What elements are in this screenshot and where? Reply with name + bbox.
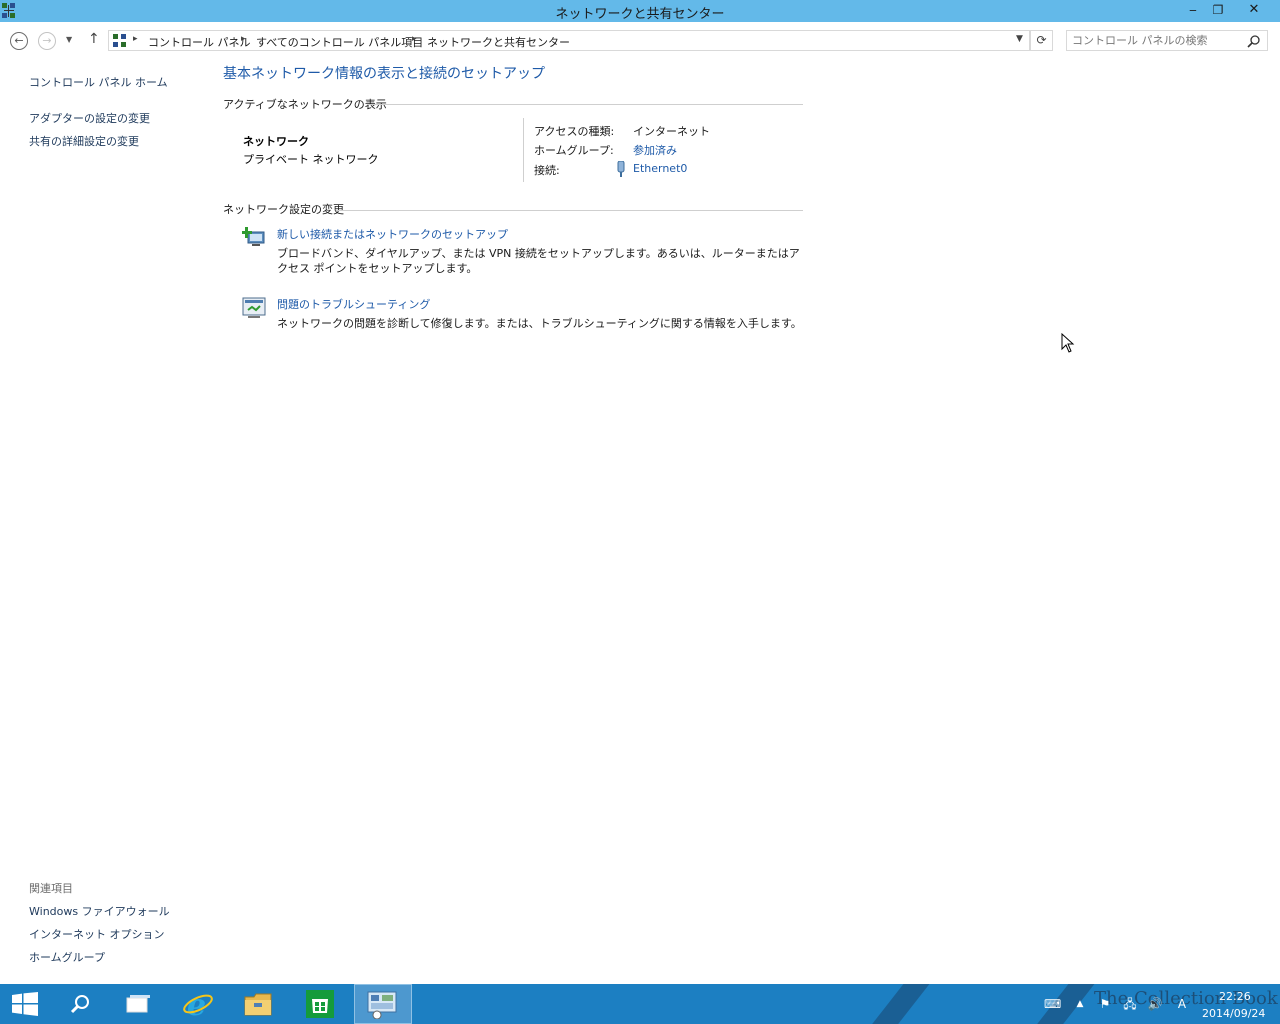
troubleshoot-icon bbox=[242, 297, 266, 318]
new-connection-setup-link[interactable]: 新しい接続またはネットワークのセットアップ bbox=[277, 226, 508, 242]
clock-date[interactable]: 2014/09/24 bbox=[1202, 1007, 1265, 1020]
search-box[interactable] bbox=[1066, 30, 1268, 51]
address-history-chevron-down-icon[interactable]: ▼ bbox=[1016, 34, 1023, 44]
network-type: プライベート ネットワーク bbox=[243, 153, 379, 166]
window-title: ネットワークと共有センター bbox=[555, 7, 725, 22]
internet-options-link[interactable]: インターネット オプション bbox=[29, 926, 165, 942]
breadcrumb-control-panel[interactable]: コントロール パネル bbox=[148, 34, 251, 50]
breadcrumb-separator-icon[interactable]: ▸ bbox=[133, 34, 138, 44]
breadcrumb-separator-icon[interactable]: ▸ bbox=[412, 34, 417, 44]
new-connection-description: ブロードバンド、ダイヤルアップ、または VPN 接続をセットアップします。あるい… bbox=[277, 247, 800, 275]
volume-icon[interactable]: 🔊 bbox=[1147, 996, 1163, 1012]
network-tray-icon[interactable]: 🖧 bbox=[1122, 996, 1138, 1012]
navigation-bar: ← → ▼ ↑ ▸ コントロール パネル ▸ すべてのコントロール パネル項目 … bbox=[0, 22, 1280, 60]
keyboard-icon[interactable]: ⌨ bbox=[1044, 996, 1061, 1012]
windows-firewall-link[interactable]: Windows ファイアウォール bbox=[29, 903, 170, 919]
back-button[interactable]: ← bbox=[10, 32, 28, 50]
change-adapter-settings-link[interactable]: アダプターの設定の変更 bbox=[29, 110, 150, 126]
task-view-button[interactable] bbox=[110, 984, 166, 1024]
recent-locations-chevron-down-icon[interactable]: ▼ bbox=[66, 35, 72, 44]
show-hidden-icons-chevron-up-icon[interactable]: ▲ bbox=[1072, 996, 1088, 1012]
network-center-taskbar-button[interactable] bbox=[354, 984, 412, 1024]
taskbar-decoration bbox=[856, 984, 930, 1024]
up-button[interactable]: ↑ bbox=[88, 31, 100, 47]
network-name: ネットワーク bbox=[243, 135, 309, 148]
mouse-cursor-icon bbox=[1061, 333, 1075, 353]
store-button[interactable] bbox=[292, 984, 348, 1024]
search-input[interactable] bbox=[1072, 33, 1240, 48]
troubleshoot-description: ネットワークの問題を診断して修復します。または、トラブルシューティングに関する情… bbox=[277, 317, 802, 330]
refresh-button[interactable]: ⟳ bbox=[1030, 30, 1053, 51]
search-icon[interactable] bbox=[1247, 34, 1261, 48]
control-panel-icon bbox=[367, 991, 397, 1019]
clock-time[interactable]: 22:26 bbox=[1219, 990, 1251, 1003]
internet-explorer-button[interactable]: e bbox=[170, 984, 226, 1024]
search-taskbar-button[interactable] bbox=[52, 984, 108, 1024]
network-divider bbox=[523, 118, 524, 182]
action-center-flag-icon[interactable]: ⚑ bbox=[1097, 996, 1113, 1012]
access-type-value: インターネット bbox=[633, 125, 710, 138]
svg-text:e: e bbox=[187, 988, 206, 1020]
advanced-sharing-settings-link[interactable]: 共有の詳細設定の変更 bbox=[29, 133, 139, 149]
homegroup-label: ホームグループ: bbox=[534, 144, 614, 157]
control-panel-home-link[interactable]: コントロール パネル ホーム bbox=[29, 74, 168, 90]
title-bar: ネットワークと共有センター ‒ ❐ ✕ bbox=[0, 0, 1280, 22]
store-icon bbox=[306, 990, 334, 1018]
windows-logo-icon bbox=[12, 992, 38, 1016]
breadcrumb-all-items[interactable]: すべてのコントロール パネル項目 bbox=[256, 34, 423, 50]
control-panel-icon bbox=[113, 34, 126, 47]
ethernet-icon bbox=[617, 161, 625, 177]
troubleshoot-link[interactable]: 問題のトラブルシューティング bbox=[277, 296, 430, 312]
minimize-button[interactable]: ‒ bbox=[1180, 0, 1206, 20]
restore-button[interactable]: ❐ bbox=[1205, 0, 1231, 20]
section-divider bbox=[367, 104, 803, 105]
forward-button[interactable]: → bbox=[38, 32, 56, 50]
internet-explorer-icon: e bbox=[183, 988, 213, 1020]
homegroup-link[interactable]: ホームグループ bbox=[29, 949, 105, 965]
access-type-label: アクセスの種類: bbox=[534, 125, 615, 138]
file-explorer-button[interactable] bbox=[230, 984, 286, 1024]
section-divider bbox=[336, 210, 803, 211]
search-icon bbox=[70, 995, 89, 1014]
ethernet0-link[interactable]: Ethernet0 bbox=[633, 162, 687, 175]
ime-indicator[interactable]: A bbox=[1174, 996, 1190, 1012]
taskbar: e The Collection Book ⌨ ▲ ⚑ 🖧 🔊 A 22:26 … bbox=[0, 984, 1280, 1024]
close-button[interactable]: ✕ bbox=[1230, 0, 1278, 20]
address-bar[interactable]: ▸ コントロール パネル ▸ すべてのコントロール パネル項目 ▸ ネットワーク… bbox=[108, 30, 1030, 51]
task-view-icon bbox=[126, 995, 150, 1013]
connections-label: 接続: bbox=[534, 164, 560, 177]
breadcrumb-network-center[interactable]: ネットワークと共有センター bbox=[427, 34, 570, 50]
folder-icon bbox=[244, 993, 272, 1016]
page-title: 基本ネットワーク情報の表示と接続のセットアップ bbox=[223, 66, 545, 82]
homegroup-joined-link[interactable]: 参加済み bbox=[633, 142, 677, 158]
start-button[interactable] bbox=[0, 984, 56, 1024]
new-connection-icon bbox=[242, 227, 265, 246]
related-items-title: 関連項目 bbox=[29, 882, 73, 895]
breadcrumb-separator-icon[interactable]: ▸ bbox=[241, 34, 246, 44]
active-networks-header: アクティブなネットワークの表示 bbox=[223, 98, 387, 111]
change-settings-header: ネットワーク設定の変更 bbox=[223, 203, 344, 216]
